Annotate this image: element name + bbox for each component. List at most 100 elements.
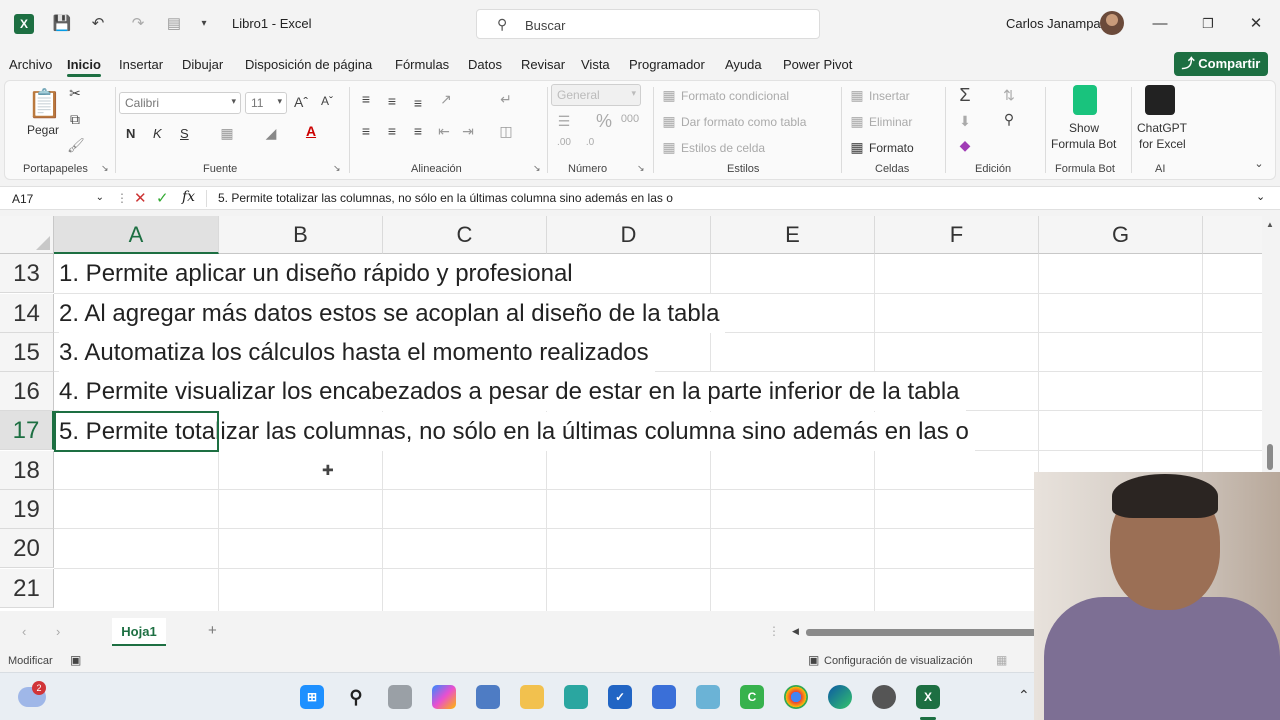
- tab-revisar[interactable]: Revisar: [521, 57, 565, 72]
- format-cells-button[interactable]: Formato: [869, 141, 914, 155]
- bold-button[interactable]: N: [126, 126, 135, 141]
- align-right-icon[interactable]: ≡: [409, 123, 427, 139]
- visual-studio-icon[interactable]: ✓: [608, 685, 632, 709]
- percent-icon[interactable]: %: [595, 111, 613, 132]
- tab-inicio[interactable]: Inicio: [67, 57, 101, 77]
- row-header-16[interactable]: 16: [0, 372, 54, 411]
- chatgpt-line2[interactable]: for Excel: [1139, 137, 1186, 151]
- more-icon[interactable]: ⋮: [116, 191, 128, 205]
- splitter-handle[interactable]: ⋮: [768, 624, 780, 638]
- redo-icon[interactable]: ↷: [128, 14, 148, 34]
- decrease-decimal-icon[interactable]: .0: [581, 137, 599, 148]
- row-header-14[interactable]: 14: [0, 294, 54, 333]
- tab-insertar[interactable]: Insertar: [119, 57, 163, 72]
- number-launcher-icon[interactable]: ↘: [637, 163, 645, 174]
- merge-center-icon[interactable]: ◫: [497, 123, 515, 140]
- row-header-20[interactable]: 20: [0, 529, 54, 568]
- search-icon[interactable]: ⚲: [344, 685, 368, 709]
- notepad-icon[interactable]: [652, 685, 676, 709]
- tab-ayuda[interactable]: Ayuda: [725, 57, 762, 72]
- view-settings-button[interactable]: Configuración de visualización: [824, 655, 973, 667]
- undo-icon[interactable]: ↶: [88, 14, 108, 34]
- column-header-d[interactable]: D: [547, 216, 711, 254]
- column-header-g[interactable]: G: [1039, 216, 1203, 254]
- save-icon[interactable]: 💾: [52, 14, 72, 34]
- wrap-text-icon[interactable]: ↵: [497, 91, 515, 108]
- select-all-corner[interactable]: [0, 216, 54, 254]
- chatgpt-line1[interactable]: ChatGPT: [1137, 121, 1187, 135]
- column-header-e[interactable]: E: [711, 216, 875, 254]
- font-color-icon[interactable]: A: [303, 123, 319, 139]
- calculator-icon[interactable]: [476, 685, 500, 709]
- camtasia-icon[interactable]: C: [740, 685, 764, 709]
- sort-filter-icon[interactable]: ⇅: [999, 87, 1019, 104]
- prev-sheet-icon[interactable]: ‹: [22, 624, 26, 639]
- alignment-launcher-icon[interactable]: ↘: [533, 163, 541, 174]
- sheet-tab-hoja1[interactable]: Hoja1: [112, 618, 166, 646]
- row-header-13[interactable]: 13: [0, 254, 54, 293]
- vertical-scroll-thumb[interactable]: [1267, 444, 1273, 470]
- cell-a14[interactable]: 2. Al agregar más datos estos se acoplan…: [59, 294, 726, 333]
- start-icon[interactable]: ⊞: [300, 685, 324, 709]
- align-left-icon[interactable]: ≡: [357, 123, 375, 139]
- paint-icon[interactable]: [696, 685, 720, 709]
- expand-formula-icon[interactable]: ⌄: [1256, 190, 1265, 203]
- column-header-f[interactable]: F: [875, 216, 1039, 254]
- clipboard-launcher-icon[interactable]: ↘: [101, 163, 109, 174]
- file-explorer-icon[interactable]: [520, 685, 544, 709]
- row-header-18[interactable]: 18: [0, 451, 54, 490]
- copy-icon[interactable]: ⧉: [67, 111, 83, 128]
- tab-archivo[interactable]: Archivo: [9, 57, 52, 72]
- share-button[interactable]: ⤴ Compartir: [1174, 52, 1268, 76]
- task-view-icon[interactable]: [388, 685, 412, 709]
- paste-button[interactable]: Pegar: [27, 123, 59, 137]
- row-header-19[interactable]: 19: [0, 490, 54, 529]
- form-icon[interactable]: ▤: [164, 14, 184, 34]
- formula-bot-line1[interactable]: Show: [1069, 121, 1099, 135]
- font-size-select[interactable]: 11 ▾: [245, 92, 287, 114]
- increase-indent-icon[interactable]: ⇥: [459, 123, 477, 140]
- add-sheet-icon[interactable]: +: [208, 622, 217, 639]
- cell-a17[interactable]: 5. Permite totalizar las columnas, no só…: [59, 412, 975, 451]
- excel-taskbar-icon[interactable]: X: [916, 685, 940, 709]
- increase-decimal-icon[interactable]: .00: [555, 137, 573, 148]
- align-top-icon[interactable]: ≡: [357, 91, 375, 107]
- number-format-select[interactable]: General ▾: [551, 84, 641, 106]
- edge-icon[interactable]: [828, 685, 852, 709]
- increase-font-icon[interactable]: Aˆ: [293, 94, 309, 110]
- insert-cells-button[interactable]: Insertar: [869, 89, 910, 103]
- chrome-icon[interactable]: [784, 685, 808, 709]
- align-center-icon[interactable]: ≡: [383, 123, 401, 139]
- find-select-icon[interactable]: ⚲: [999, 111, 1019, 128]
- search-box[interactable]: ⚲ Buscar: [476, 9, 820, 39]
- format-as-table-button[interactable]: Dar formato como tabla: [681, 115, 806, 129]
- next-sheet-icon[interactable]: ›: [56, 624, 60, 639]
- row-header-21[interactable]: 21: [0, 569, 54, 608]
- tab-dibujar[interactable]: Dibujar: [182, 57, 223, 72]
- accessibility-icon[interactable]: ▣: [70, 653, 81, 667]
- tab-power-pivot[interactable]: Power Pivot: [783, 57, 852, 72]
- user-name[interactable]: Carlos Janampa: [1006, 16, 1101, 31]
- borders-icon[interactable]: ▦: [219, 125, 235, 142]
- column-header-c[interactable]: C: [383, 216, 547, 254]
- align-bottom-icon[interactable]: ≡: [409, 95, 427, 111]
- cell-a16[interactable]: 4. Permite visualizar los encabezados a …: [59, 372, 966, 411]
- align-middle-icon[interactable]: ≡: [383, 93, 401, 109]
- thousands-icon[interactable]: 000: [619, 113, 641, 125]
- italic-button[interactable]: K: [153, 126, 162, 141]
- orientation-icon[interactable]: ↗: [437, 91, 455, 108]
- currency-icon[interactable]: ☰: [555, 113, 573, 130]
- delete-cells-button[interactable]: Eliminar: [869, 115, 912, 129]
- font-family-select[interactable]: Calibri ▾: [119, 92, 241, 114]
- formula-bot-line2[interactable]: Formula Bot: [1051, 137, 1116, 151]
- restore-icon[interactable]: ❐: [1198, 14, 1218, 34]
- avatar[interactable]: [1100, 11, 1124, 35]
- tab-formulas[interactable]: Fórmulas: [395, 57, 449, 72]
- confirm-entry-icon[interactable]: ✓: [156, 189, 169, 207]
- minimize-icon[interactable]: —: [1150, 14, 1170, 34]
- normal-view-icon[interactable]: ▦: [996, 653, 1007, 667]
- row-header-17[interactable]: 17: [0, 411, 54, 450]
- column-header-h[interactable]: [1203, 216, 1262, 254]
- collapse-ribbon-icon[interactable]: ⌄: [1251, 157, 1267, 170]
- scroll-up-icon[interactable]: ▲: [1266, 220, 1274, 229]
